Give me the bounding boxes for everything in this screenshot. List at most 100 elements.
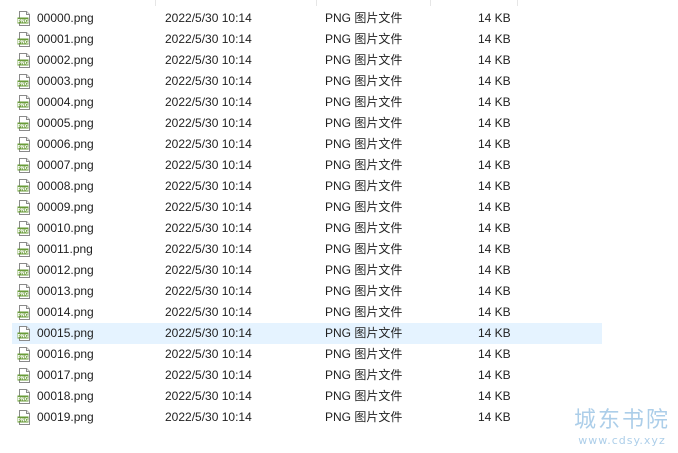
- file-row[interactable]: PNG 00012.png 2022/5/30 10:14 PNG 图片文件 14 KB: [0, 260, 678, 281]
- file-date-modified: 2022/5/30 10:14: [165, 305, 252, 319]
- svg-text:PNG: PNG: [18, 312, 29, 318]
- svg-text:PNG: PNG: [18, 60, 29, 66]
- file-name[interactable]: 00006.png: [37, 134, 94, 155]
- png-file-icon: PNG: [17, 200, 32, 215]
- png-file-icon: PNG: [17, 74, 32, 89]
- svg-text:PNG: PNG: [18, 39, 29, 45]
- file-date-modified: 2022/5/30 10:14: [165, 326, 252, 340]
- file-size: 14 KB: [478, 179, 511, 193]
- file-type: PNG 图片文件: [325, 410, 403, 424]
- column-divider: [316, 0, 317, 6]
- file-date-modified: 2022/5/30 10:14: [165, 410, 252, 424]
- file-date-modified: 2022/5/30 10:14: [165, 11, 252, 25]
- file-row[interactable]: PNG 00003.png 2022/5/30 10:14 PNG 图片文件 14 KB: [0, 71, 678, 92]
- file-row[interactable]: PNG 00011.png 2022/5/30 10:14 PNG 图片文件 14 KB: [0, 239, 678, 260]
- file-name[interactable]: 00003.png: [37, 71, 94, 92]
- file-size: 14 KB: [478, 53, 511, 67]
- file-name[interactable]: 00019.png: [37, 407, 94, 428]
- file-date-modified: 2022/5/30 10:14: [165, 347, 252, 361]
- file-date-modified: 2022/5/30 10:14: [165, 95, 252, 109]
- png-file-icon: PNG: [17, 326, 32, 341]
- file-size: 14 KB: [478, 95, 511, 109]
- file-row[interactable]: PNG 00009.png 2022/5/30 10:14 PNG 图片文件 14 KB: [0, 197, 678, 218]
- file-name[interactable]: 00009.png: [37, 197, 94, 218]
- file-type: PNG 图片文件: [325, 11, 403, 25]
- svg-text:PNG: PNG: [18, 207, 29, 213]
- file-type: PNG 图片文件: [325, 116, 403, 130]
- file-type: PNG 图片文件: [325, 74, 403, 88]
- file-name[interactable]: 00011.png: [37, 239, 93, 260]
- file-row[interactable]: PNG 00010.png 2022/5/30 10:14 PNG 图片文件 14 KB: [0, 218, 678, 239]
- file-name[interactable]: 00014.png: [37, 302, 94, 323]
- file-name[interactable]: 00016.png: [37, 344, 94, 365]
- file-size: 14 KB: [478, 305, 511, 319]
- file-date-modified: 2022/5/30 10:14: [165, 368, 252, 382]
- column-divider: [430, 0, 431, 6]
- file-date-modified: 2022/5/30 10:14: [165, 242, 252, 256]
- file-row[interactable]: PNG 00017.png 2022/5/30 10:14 PNG 图片文件 14 KB: [0, 365, 678, 386]
- file-row[interactable]: PNG 00016.png 2022/5/30 10:14 PNG 图片文件 14 KB: [0, 344, 678, 365]
- png-file-icon: PNG: [17, 305, 32, 320]
- svg-text:PNG: PNG: [18, 249, 29, 255]
- file-type: PNG 图片文件: [325, 179, 403, 193]
- file-size: 14 KB: [478, 263, 511, 277]
- file-row[interactable]: PNG 00013.png 2022/5/30 10:14 PNG 图片文件 14 KB: [0, 281, 678, 302]
- file-date-modified: 2022/5/30 10:14: [165, 116, 252, 130]
- svg-text:PNG: PNG: [18, 144, 29, 150]
- file-name[interactable]: 00007.png: [37, 155, 94, 176]
- file-type: PNG 图片文件: [325, 389, 403, 403]
- file-row[interactable]: PNG 00002.png 2022/5/30 10:14 PNG 图片文件 14 KB: [0, 50, 678, 71]
- file-date-modified: 2022/5/30 10:14: [165, 53, 252, 67]
- svg-text:PNG: PNG: [18, 102, 29, 108]
- file-name[interactable]: 00005.png: [37, 113, 94, 134]
- png-file-icon: PNG: [17, 137, 32, 152]
- file-row[interactable]: PNG 00018.png 2022/5/30 10:14 PNG 图片文件 14 KB: [0, 386, 678, 407]
- file-name[interactable]: 00013.png: [37, 281, 94, 302]
- file-type: PNG 图片文件: [325, 263, 403, 277]
- file-type: PNG 图片文件: [325, 200, 403, 214]
- png-file-icon: PNG: [17, 221, 32, 236]
- file-name[interactable]: 00001.png: [37, 29, 94, 50]
- file-row[interactable]: PNG 00004.png 2022/5/30 10:14 PNG 图片文件 14 KB: [0, 92, 678, 113]
- file-row[interactable]: PNG 00007.png 2022/5/30 10:14 PNG 图片文件 14 KB: [0, 155, 678, 176]
- svg-text:PNG: PNG: [18, 291, 29, 297]
- png-file-icon: PNG: [17, 284, 32, 299]
- file-type: PNG 图片文件: [325, 347, 403, 361]
- png-file-icon: PNG: [17, 11, 32, 26]
- file-size: 14 KB: [478, 116, 511, 130]
- file-row[interactable]: PNG 00015.png 2022/5/30 10:14 PNG 图片文件 14 KB: [0, 323, 678, 344]
- file-name[interactable]: 00012.png: [37, 260, 94, 281]
- svg-text:PNG: PNG: [18, 186, 29, 192]
- file-list: PNG 00000.png 2022/5/30 10:14 PNG 图片文件 14 KB…: [0, 0, 678, 428]
- file-name[interactable]: 00000.png: [37, 8, 94, 29]
- svg-text:PNG: PNG: [18, 396, 29, 402]
- watermark: 城东书院 www.cdsy.xyz: [574, 408, 670, 447]
- png-file-icon: PNG: [17, 95, 32, 110]
- file-row[interactable]: PNG 00001.png 2022/5/30 10:14 PNG 图片文件 14 KB: [0, 29, 678, 50]
- file-type: PNG 图片文件: [325, 95, 403, 109]
- file-name[interactable]: 00008.png: [37, 176, 94, 197]
- file-date-modified: 2022/5/30 10:14: [165, 137, 252, 151]
- svg-text:PNG: PNG: [18, 270, 29, 276]
- file-size: 14 KB: [478, 32, 511, 46]
- file-type: PNG 图片文件: [325, 284, 403, 298]
- png-file-icon: PNG: [17, 32, 32, 47]
- file-row[interactable]: PNG 00005.png 2022/5/30 10:14 PNG 图片文件 14 KB: [0, 113, 678, 134]
- file-row[interactable]: PNG 00008.png 2022/5/30 10:14 PNG 图片文件 14 KB: [0, 176, 678, 197]
- file-name[interactable]: 00018.png: [37, 386, 94, 407]
- file-row[interactable]: PNG 00006.png 2022/5/30 10:14 PNG 图片文件 14 KB: [0, 134, 678, 155]
- file-name[interactable]: 00004.png: [37, 92, 94, 113]
- svg-text:PNG: PNG: [18, 228, 29, 234]
- file-name[interactable]: 00015.png: [37, 323, 94, 344]
- file-date-modified: 2022/5/30 10:14: [165, 158, 252, 172]
- file-row[interactable]: PNG 00000.png 2022/5/30 10:14 PNG 图片文件 14 KB: [0, 8, 678, 29]
- png-file-icon: PNG: [17, 389, 32, 404]
- file-name[interactable]: 00002.png: [37, 50, 94, 71]
- file-name[interactable]: 00017.png: [37, 365, 94, 386]
- file-name[interactable]: 00010.png: [37, 218, 94, 239]
- file-size: 14 KB: [478, 389, 511, 403]
- svg-text:PNG: PNG: [18, 165, 29, 171]
- file-row[interactable]: PNG 00014.png 2022/5/30 10:14 PNG 图片文件 14 KB: [0, 302, 678, 323]
- png-file-icon: PNG: [17, 347, 32, 362]
- file-size: 14 KB: [478, 158, 511, 172]
